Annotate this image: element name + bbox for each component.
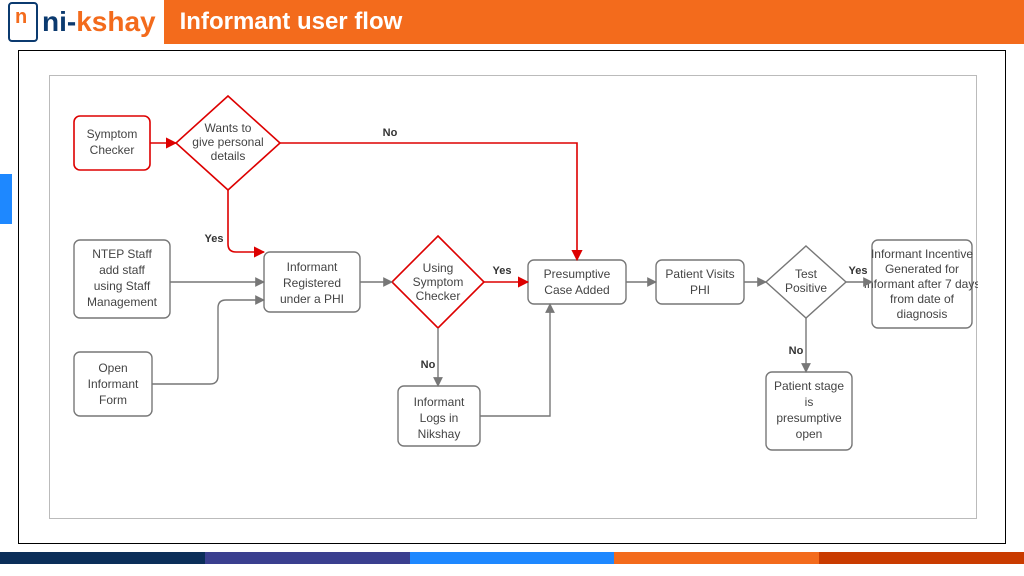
svg-text:details: details — [211, 149, 246, 163]
svg-text:Form: Form — [99, 393, 127, 407]
svg-text:Open: Open — [98, 361, 127, 375]
page-title-bar: Informant user flow — [164, 0, 1024, 44]
svg-text:Registered: Registered — [283, 276, 341, 290]
svg-text:Logs in: Logs in — [420, 411, 459, 425]
flow-canvas: Symptom Checker Wants to give personal d… — [49, 75, 977, 519]
stage: Symptom Checker Wants to give personal d… — [0, 44, 1024, 564]
svg-text:open: open — [796, 427, 823, 441]
svg-text:Positive: Positive — [785, 281, 827, 295]
svg-text:is: is — [805, 395, 814, 409]
footer-color-bar — [0, 552, 1024, 564]
svg-text:Case Added: Case Added — [544, 283, 609, 297]
svg-text:Symptom: Symptom — [87, 127, 138, 141]
svg-text:Patient Visits: Patient Visits — [665, 267, 734, 281]
edge-wants-yes — [228, 190, 264, 252]
left-accent-stripe — [0, 174, 12, 224]
svg-text:give personal: give personal — [192, 135, 263, 149]
label-using-no: No — [421, 359, 436, 371]
brand-logo: ni-kshay — [0, 0, 164, 44]
label-wants-no: No — [383, 127, 398, 139]
svg-text:Presumptive: Presumptive — [544, 267, 611, 281]
svg-text:Nikshay: Nikshay — [418, 427, 461, 441]
svg-text:PHI: PHI — [690, 283, 710, 297]
svg-text:Test: Test — [795, 267, 818, 281]
brand-ni: ni- — [42, 6, 76, 38]
svg-text:Management: Management — [87, 295, 158, 309]
label-using-yes: Yes — [493, 265, 512, 277]
svg-text:add staff: add staff — [99, 263, 145, 277]
label-test-yes: Yes — [849, 265, 868, 277]
svg-text:Wants to: Wants to — [205, 121, 252, 135]
svg-text:Informant: Informant — [414, 395, 465, 409]
svg-text:Informant Incentive: Informant Incentive — [871, 247, 973, 261]
svg-text:Informant after 7 days: Informant after 7 days — [864, 277, 978, 291]
page-title: Informant user flow — [180, 8, 403, 36]
label-test-no: No — [789, 345, 804, 357]
svg-text:Checker: Checker — [90, 143, 135, 157]
svg-text:presumptive: presumptive — [776, 411, 842, 425]
tablet-icon — [8, 2, 38, 42]
svg-text:Generated for: Generated for — [885, 262, 959, 276]
svg-text:from date of: from date of — [890, 292, 955, 306]
svg-text:NTEP Staff: NTEP Staff — [92, 247, 152, 261]
svg-text:diagnosis: diagnosis — [897, 307, 948, 321]
svg-text:Patient stage: Patient stage — [774, 379, 844, 393]
header: ni-kshay Informant user flow — [0, 0, 1024, 44]
brand-kshay: kshay — [76, 6, 155, 38]
svg-text:Using: Using — [423, 261, 454, 275]
svg-text:using Staff: using Staff — [94, 279, 151, 293]
label-wants-yes: Yes — [205, 233, 224, 245]
flowchart: Symptom Checker Wants to give personal d… — [50, 76, 978, 520]
edge-logs-to-presumptive — [480, 304, 550, 416]
svg-text:Symptom: Symptom — [413, 275, 464, 289]
edge-wants-no — [280, 143, 577, 260]
svg-text:Informant: Informant — [88, 377, 139, 391]
outer-canvas: Symptom Checker Wants to give personal d… — [18, 50, 1006, 544]
svg-text:under a PHI: under a PHI — [280, 292, 344, 306]
svg-text:Informant: Informant — [287, 260, 338, 274]
svg-text:Checker: Checker — [416, 289, 461, 303]
